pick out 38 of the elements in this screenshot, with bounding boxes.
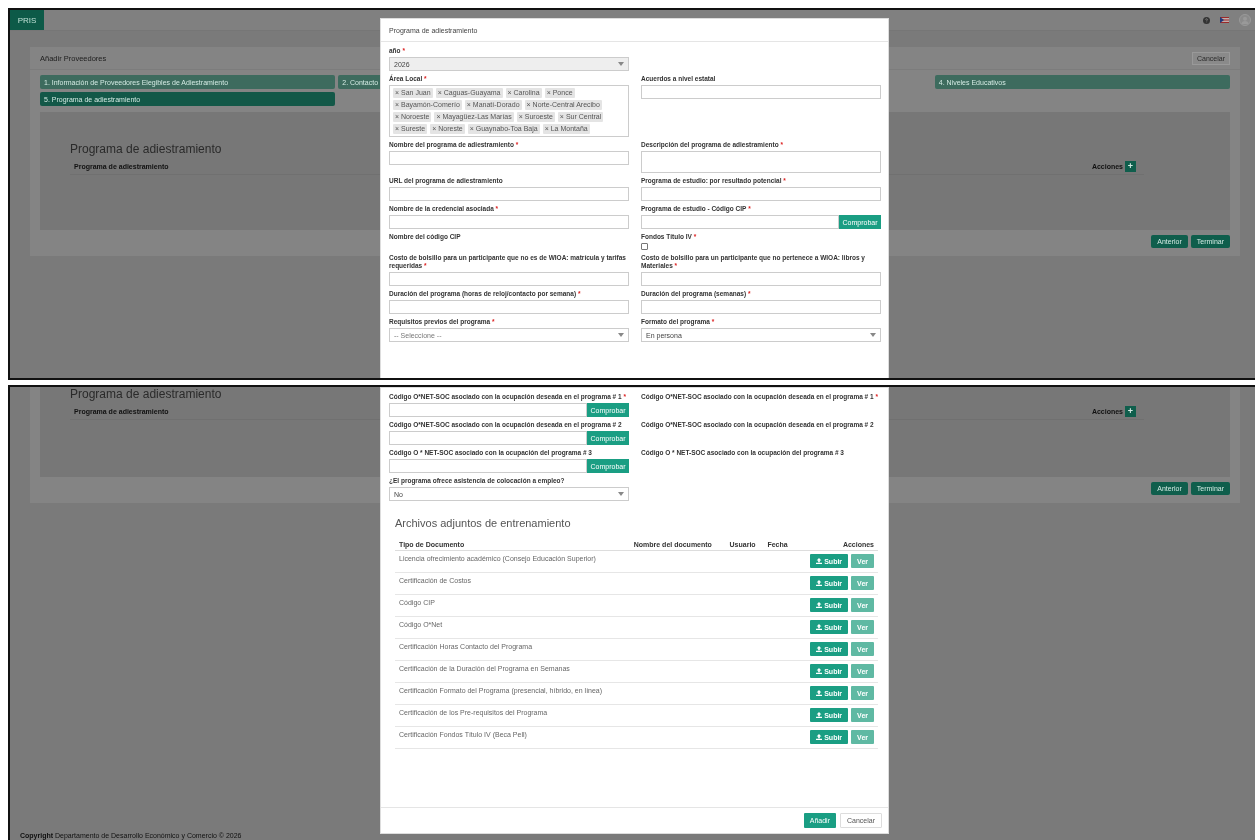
avatar-icon[interactable] (1239, 14, 1251, 26)
upload-icon (816, 734, 823, 740)
upload-icon (816, 580, 823, 586)
caret-icon (618, 333, 624, 337)
caret-icon (618, 492, 624, 496)
caret-icon (618, 62, 624, 66)
text-field[interactable] (389, 300, 629, 314)
checkbox[interactable] (641, 243, 648, 250)
upload-icon (816, 558, 823, 564)
text-field[interactable] (389, 151, 629, 165)
section-title: Programa de adiestramiento (70, 387, 222, 401)
text-field[interactable] (641, 272, 881, 286)
text-field[interactable] (389, 272, 629, 286)
upload-icon (816, 690, 823, 696)
brand-logo[interactable]: PRIS (10, 10, 44, 30)
tag-field[interactable] (389, 85, 629, 137)
section-title: Archivos adjuntos de entrenamiento (395, 517, 572, 529)
text-field[interactable] (389, 459, 587, 473)
text-field[interactable] (389, 403, 587, 417)
upload-icon (816, 668, 823, 674)
text-field[interactable] (641, 85, 881, 99)
add-button[interactable]: + (1125, 405, 1136, 417)
text-area[interactable] (641, 151, 881, 173)
upload-icon (816, 602, 823, 608)
text-field[interactable] (389, 215, 629, 229)
text-field[interactable] (641, 187, 881, 201)
flag-icon[interactable] (1220, 17, 1229, 23)
text-field[interactable] (641, 300, 881, 314)
caret-icon (870, 333, 876, 337)
section-title: Programa de adiestramiento (70, 142, 222, 156)
text-field[interactable] (389, 431, 587, 445)
upload-icon (816, 624, 823, 630)
text-field[interactable] (641, 215, 839, 229)
upload-icon (816, 646, 823, 652)
text-field[interactable] (389, 187, 629, 201)
upload-icon (816, 712, 823, 718)
add-button[interactable]: + (1125, 160, 1136, 172)
help-icon[interactable] (1203, 16, 1210, 24)
